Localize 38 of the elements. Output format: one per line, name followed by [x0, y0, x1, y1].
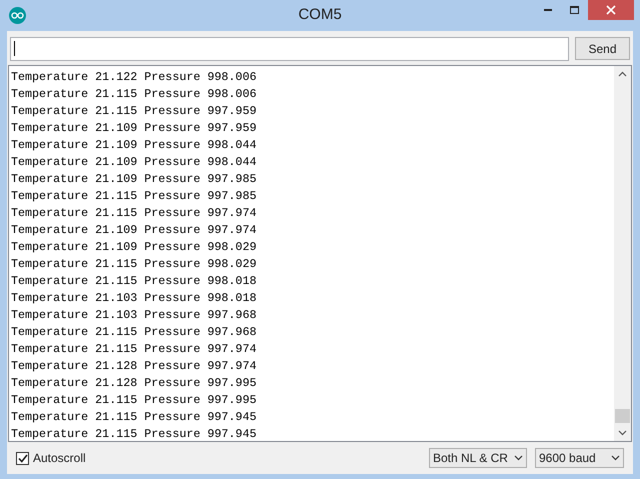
output-line: Temperature 21.115 Pressure 997.968	[11, 324, 256, 341]
output-line: Temperature 21.115 Pressure 998.029	[11, 256, 256, 273]
output-line: Temperature 21.109 Pressure 998.044	[11, 154, 256, 171]
output-line: Temperature 21.109 Pressure 997.959	[11, 120, 256, 137]
output-line: Temperature 21.115 Pressure 998.018	[11, 273, 256, 290]
scrollbar[interactable]	[614, 66, 631, 441]
output-line: Temperature 21.115 Pressure 997.974	[11, 205, 256, 222]
output-line: Temperature 21.115 Pressure 997.985	[11, 188, 256, 205]
output-line: Temperature 21.115 Pressure 997.945	[11, 409, 256, 426]
output-line: Temperature 21.115 Pressure 997.974	[11, 341, 256, 358]
output-line: Temperature 21.128 Pressure 997.995	[11, 375, 256, 392]
output-line: Temperature 21.109 Pressure 997.985	[11, 171, 256, 188]
scroll-up-icon[interactable]	[618, 71, 627, 77]
output-line: Temperature 21.115 Pressure 997.995	[11, 392, 256, 409]
output-line: Temperature 21.103 Pressure 998.018	[11, 290, 256, 307]
baud-rate-dropdown[interactable]: 9600 baud	[535, 448, 624, 468]
send-button[interactable]: Send	[575, 37, 630, 60]
autoscroll-checkbox[interactable]	[16, 452, 29, 464]
output-line: Temperature 21.115 Pressure 997.945	[11, 426, 256, 441]
close-button[interactable]	[588, 0, 634, 20]
input-field[interactable]	[10, 36, 569, 60]
autoscroll-label: Autoscroll	[33, 450, 86, 467]
scroll-down-icon[interactable]	[618, 430, 627, 436]
output-line: Temperature 21.109 Pressure 997.974	[11, 222, 256, 239]
line-ending-dropdown[interactable]: Both NL & CR	[429, 448, 527, 468]
output-line: Temperature 21.103 Pressure 997.968	[11, 307, 256, 324]
output-line: Temperature 21.109 Pressure 998.044	[11, 137, 256, 154]
close-icon	[606, 5, 616, 15]
output-line: Temperature 21.115 Pressure 997.959	[11, 103, 256, 120]
output-line: Temperature 21.109 Pressure 998.029	[11, 239, 256, 256]
window-title: COM5	[298, 5, 342, 26]
app-logo-icon	[9, 7, 26, 24]
scroll-thumb[interactable]	[615, 409, 630, 423]
output-line: Temperature 21.115 Pressure 998.006	[11, 86, 256, 103]
chevron-down-icon	[611, 455, 620, 461]
chevron-down-icon	[514, 455, 523, 461]
output-line: Temperature 21.122 Pressure 998.006	[11, 69, 256, 86]
output-line: Temperature 21.128 Pressure 997.974	[11, 358, 256, 375]
